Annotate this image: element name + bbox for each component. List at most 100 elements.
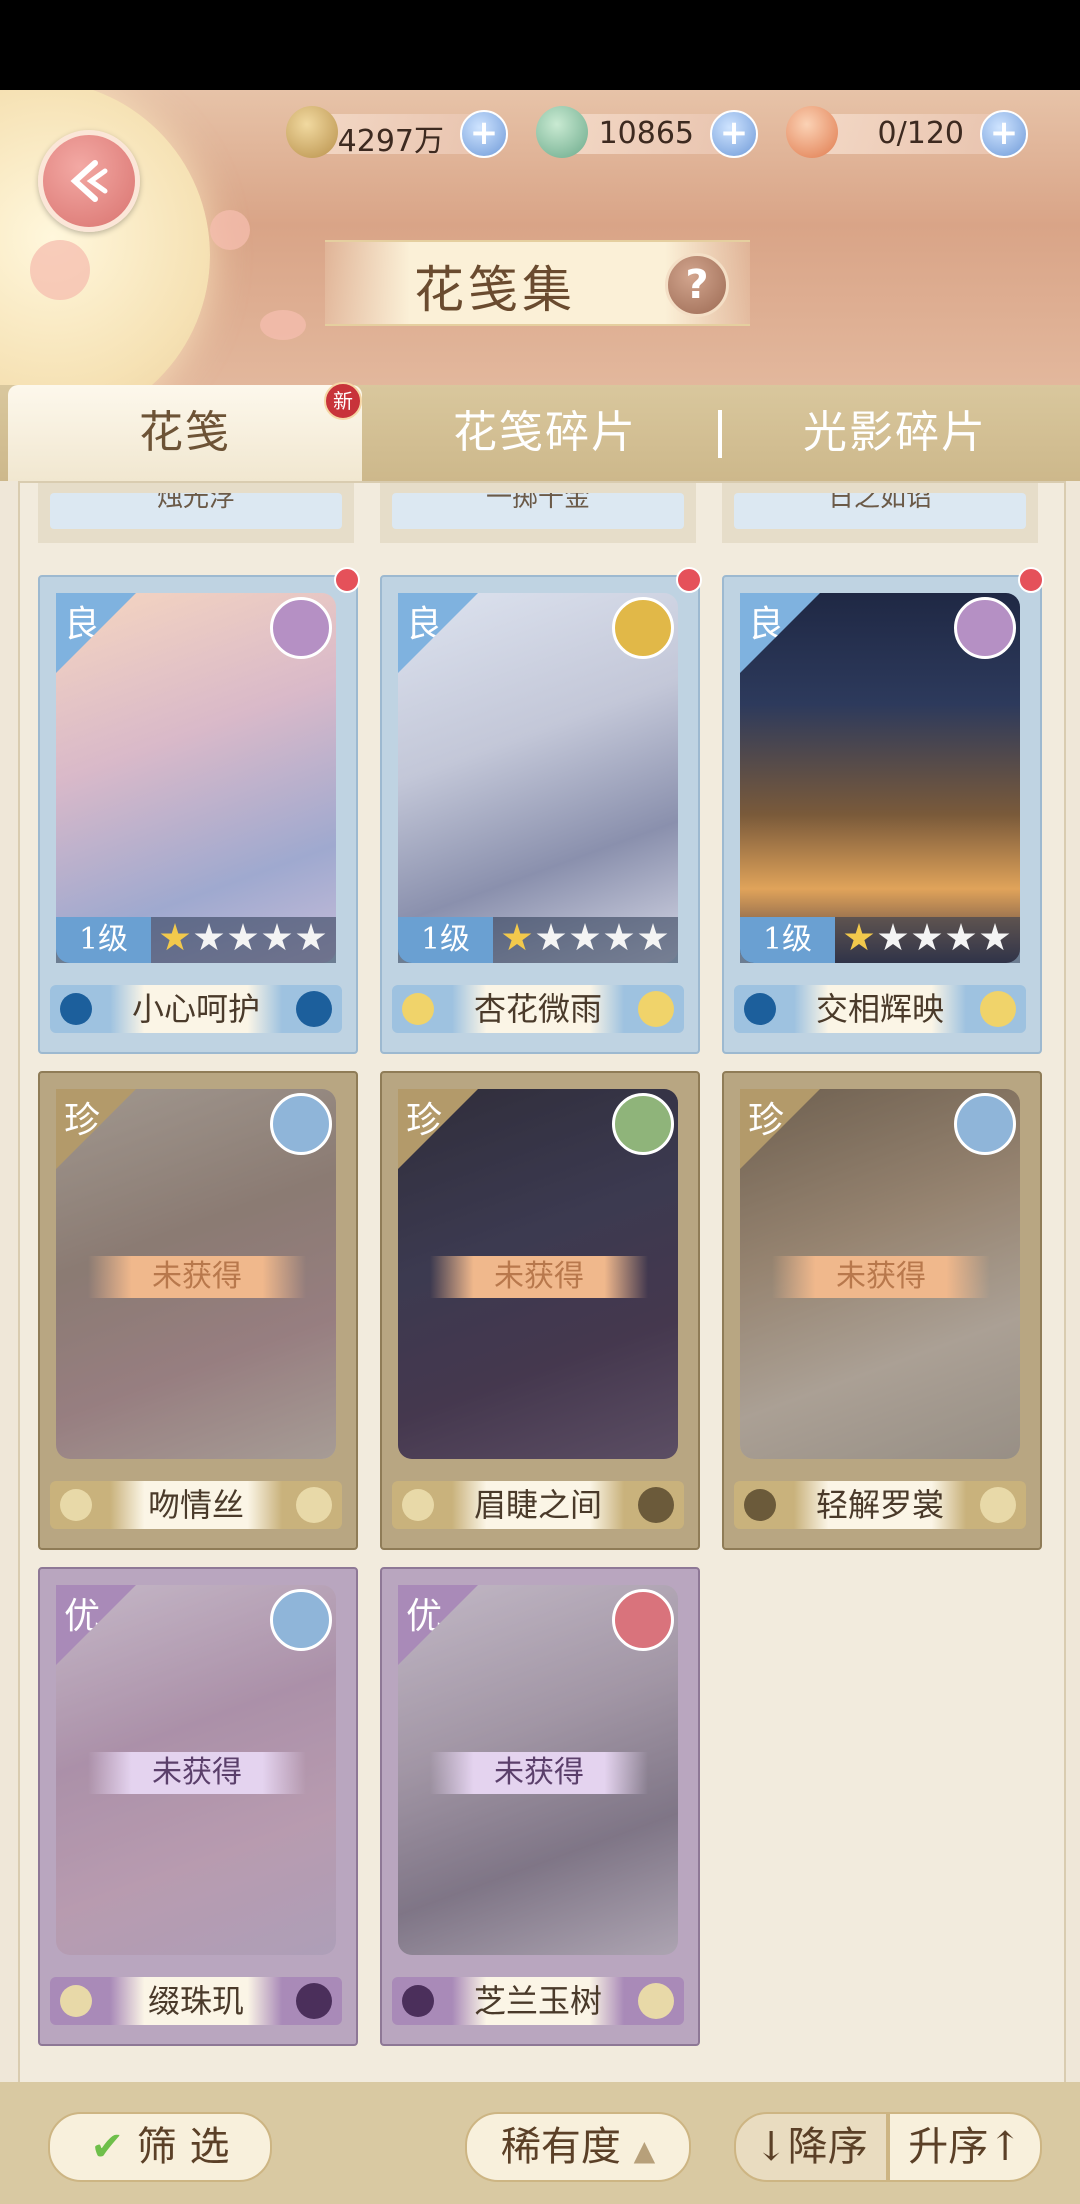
card-name: 一掷千金 bbox=[485, 493, 590, 513]
card-name-bar: 轻解罗裳 bbox=[734, 1481, 1026, 1529]
tab-divider bbox=[718, 410, 722, 458]
moon-icon bbox=[296, 1983, 332, 2019]
bird-icon bbox=[612, 597, 674, 659]
sort-rarity-dropdown[interactable]: 稀有度 ▲ bbox=[465, 2112, 691, 2182]
moon-icon bbox=[296, 1487, 332, 1523]
not-obtained-label: 未获得 bbox=[430, 1752, 648, 1794]
tab-light-fragments[interactable]: 光影碎片 bbox=[730, 385, 1060, 481]
star-icon bbox=[296, 923, 326, 951]
sun-icon bbox=[402, 1489, 434, 1521]
status-bar bbox=[0, 0, 1080, 90]
sun-icon bbox=[402, 993, 434, 1025]
star-icon bbox=[980, 923, 1010, 951]
blossom-decoration bbox=[260, 310, 306, 340]
add-coin-button[interactable]: + bbox=[460, 110, 508, 158]
partial-card[interactable]: 日之如诏 bbox=[722, 483, 1038, 543]
star-rating bbox=[844, 923, 1014, 957]
card-name-bar: 缀珠玑 bbox=[50, 1977, 342, 2025]
diamond-icon bbox=[612, 1093, 674, 1155]
card-name-bar: 吻情丝 bbox=[50, 1481, 342, 1529]
sun-icon bbox=[744, 1489, 776, 1521]
tab-flower-letters[interactable]: 花笺 bbox=[8, 385, 362, 481]
jade-icon bbox=[536, 106, 588, 158]
card-name-bar: 小心呵护 bbox=[50, 985, 342, 1033]
card-name: 眉睫之间 bbox=[452, 1481, 624, 1529]
sun-icon bbox=[60, 1489, 92, 1521]
not-obtained-label: 未获得 bbox=[430, 1256, 648, 1298]
star-rating bbox=[502, 923, 672, 957]
jade-counter: 10865 + bbox=[536, 106, 758, 158]
card-name-bar: 芝兰玉树 bbox=[392, 1977, 684, 2025]
level-bar: 1级 bbox=[56, 917, 336, 963]
tab-label: 花笺 bbox=[139, 407, 231, 458]
help-button[interactable]: ? bbox=[665, 253, 729, 317]
moon-icon bbox=[638, 1487, 674, 1523]
title-plate: 花笺集 ? bbox=[325, 240, 750, 326]
paw-coin-icon bbox=[286, 106, 338, 158]
sun-icon bbox=[402, 1985, 434, 2017]
tab-label: 花笺碎片 bbox=[453, 407, 637, 458]
filter-button[interactable]: ✔ 筛 选 bbox=[48, 2112, 272, 2182]
food-bowl-icon bbox=[786, 106, 838, 158]
sort-descending-button[interactable]: ↓降序 bbox=[734, 2112, 888, 2182]
coin-value: 4297万 bbox=[337, 124, 444, 159]
card-name: 轻解罗裳 bbox=[794, 1481, 966, 1529]
sort-label: 稀有度 bbox=[500, 2124, 621, 2170]
tab-label: 光影碎片 bbox=[803, 407, 987, 458]
partial-card-row: 烛光浮 一掷千金 日之如诏 bbox=[20, 483, 1064, 543]
star-icon bbox=[844, 923, 874, 951]
moon-icon bbox=[980, 991, 1016, 1027]
new-badge: 新 bbox=[324, 382, 362, 420]
sun-icon bbox=[744, 993, 776, 1025]
moon-icon bbox=[638, 1983, 674, 2019]
coin-counter: 4297万 + bbox=[286, 106, 508, 159]
moon-icon bbox=[296, 991, 332, 1027]
not-obtained-label: 未获得 bbox=[772, 1256, 990, 1298]
back-button[interactable] bbox=[38, 130, 140, 232]
card-name-bar: 眉睫之间 bbox=[392, 1481, 684, 1529]
star-icon bbox=[946, 923, 976, 951]
card-grid[interactable]: 烛光浮 一掷千金 日之如诏 良 1级 小心呵护 良 1级 杏花微雨 良 1级 交… bbox=[18, 481, 1066, 2085]
level-label: 1级 bbox=[56, 917, 151, 963]
star-icon bbox=[194, 923, 224, 951]
chevron-up-icon: ▲ bbox=[633, 2134, 656, 2167]
flame-icon bbox=[270, 1093, 332, 1155]
partial-card[interactable]: 一掷千金 bbox=[380, 483, 696, 543]
partial-card[interactable]: 烛光浮 bbox=[38, 483, 354, 543]
tab-letter-fragments[interactable]: 花笺碎片 bbox=[380, 385, 710, 481]
tab-bar: 花笺 花笺碎片 光影碎片 bbox=[0, 385, 1080, 481]
new-dot bbox=[1018, 567, 1044, 593]
header: 4297万 + 10865 + 0/120 + 花笺集 ? bbox=[0, 90, 1080, 390]
page-title: 花笺集 bbox=[414, 261, 576, 319]
sun-icon bbox=[60, 1985, 92, 2017]
moon-icon bbox=[638, 991, 674, 1027]
sun-icon bbox=[60, 993, 92, 1025]
blossom-decoration bbox=[30, 240, 90, 300]
jade-value: 10865 bbox=[598, 116, 694, 151]
blossom-decoration bbox=[210, 210, 250, 250]
level-label: 1级 bbox=[398, 917, 493, 963]
star-icon bbox=[878, 923, 908, 951]
star-icon bbox=[638, 923, 668, 951]
flame-icon bbox=[270, 1589, 332, 1651]
level-bar: 1级 bbox=[740, 917, 1020, 963]
moon-icon bbox=[980, 1487, 1016, 1523]
level-label: 1级 bbox=[740, 917, 835, 963]
card-name-bar: 杏花微雨 bbox=[392, 985, 684, 1033]
new-dot bbox=[676, 567, 702, 593]
back-arrow-icon bbox=[70, 160, 108, 202]
card-name: 交相辉映 bbox=[794, 985, 966, 1033]
checkmark-icon: ✔ bbox=[90, 2124, 125, 2170]
card-name-bar: 交相辉映 bbox=[734, 985, 1026, 1033]
stamina-value: 0/120 bbox=[877, 116, 964, 151]
star-icon bbox=[912, 923, 942, 951]
card-name: 日之如诏 bbox=[827, 493, 932, 513]
card-name: 小心呵护 bbox=[110, 985, 282, 1033]
add-jade-button[interactable]: + bbox=[710, 110, 758, 158]
star-icon bbox=[160, 923, 190, 951]
card-name: 杏花微雨 bbox=[452, 985, 624, 1033]
scales-icon bbox=[954, 597, 1016, 659]
sort-ascending-button[interactable]: 升序↑ bbox=[888, 2112, 1042, 2182]
card-name: 芝兰玉树 bbox=[452, 1977, 624, 2025]
add-stamina-button[interactable]: + bbox=[980, 110, 1028, 158]
